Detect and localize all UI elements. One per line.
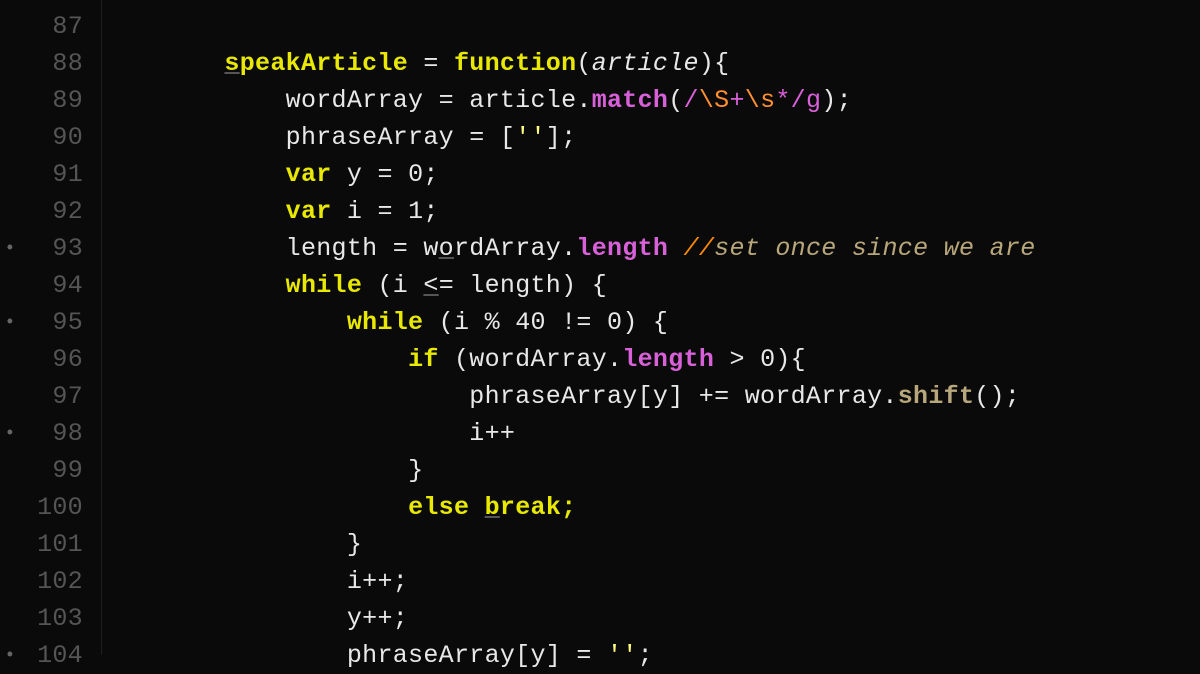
- mod-marker: [0, 119, 20, 156]
- code-line[interactable]: phraseArray[y] = '';: [102, 637, 1200, 674]
- mod-marker: [0, 267, 20, 304]
- code-line[interactable]: i++;: [102, 563, 1200, 600]
- line-number[interactable]: 99: [20, 452, 101, 489]
- mod-marker: •: [0, 304, 20, 341]
- modification-gutter: • • • •: [0, 0, 20, 655]
- line-number[interactable]: 100: [20, 489, 101, 526]
- code-line[interactable]: var i = 1;: [102, 193, 1200, 230]
- code-editor-content[interactable]: speakArticle = function(article){ wordAr…: [102, 0, 1200, 655]
- code-line[interactable]: phraseArray = [''];: [102, 119, 1200, 156]
- code-line[interactable]: if (wordArray.length > 0){: [102, 341, 1200, 378]
- code-line[interactable]: }: [102, 526, 1200, 563]
- line-number[interactable]: 97: [20, 378, 101, 415]
- mod-marker: [0, 489, 20, 526]
- mod-marker: [0, 82, 20, 119]
- line-number[interactable]: 95: [20, 304, 101, 341]
- line-number[interactable]: 94: [20, 267, 101, 304]
- line-number[interactable]: 89: [20, 82, 101, 119]
- mod-marker: [0, 526, 20, 563]
- line-number[interactable]: 102: [20, 563, 101, 600]
- line-number[interactable]: 96: [20, 341, 101, 378]
- line-number[interactable]: 90: [20, 119, 101, 156]
- mod-marker: [0, 341, 20, 378]
- code-line[interactable]: speakArticle = function(article){: [102, 45, 1200, 82]
- mod-marker: [0, 45, 20, 82]
- mod-marker: [0, 193, 20, 230]
- line-number[interactable]: 98: [20, 415, 101, 452]
- code-line[interactable]: else break;: [102, 489, 1200, 526]
- code-line[interactable]: wordArray = article.match(/\S+\s*/g);: [102, 82, 1200, 119]
- line-number[interactable]: 103: [20, 600, 101, 637]
- mod-marker: [0, 452, 20, 489]
- code-line[interactable]: i++: [102, 415, 1200, 452]
- code-line[interactable]: y++;: [102, 600, 1200, 637]
- line-number[interactable]: 87: [20, 8, 101, 45]
- code-line[interactable]: [102, 8, 1200, 45]
- mod-marker: •: [0, 637, 20, 674]
- line-number[interactable]: 88: [20, 45, 101, 82]
- code-line[interactable]: var y = 0;: [102, 156, 1200, 193]
- mod-marker: [0, 378, 20, 415]
- mod-marker: [0, 8, 20, 45]
- code-line[interactable]: phraseArray[y] += wordArray.shift();: [102, 378, 1200, 415]
- mod-marker: [0, 156, 20, 193]
- mod-marker: [0, 600, 20, 637]
- line-number[interactable]: 92: [20, 193, 101, 230]
- line-number[interactable]: 93: [20, 230, 101, 267]
- code-line[interactable]: length = wordArray.length //set once sin…: [102, 230, 1200, 267]
- mod-marker: [0, 563, 20, 600]
- line-number-gutter: 87 88 89 90 91 92 93 94 95 96 97 98 99 1…: [20, 0, 102, 655]
- mod-marker: •: [0, 230, 20, 267]
- line-number[interactable]: 101: [20, 526, 101, 563]
- code-line[interactable]: while (i <= length) {: [102, 267, 1200, 304]
- line-number[interactable]: 104: [20, 637, 101, 674]
- line-number[interactable]: 91: [20, 156, 101, 193]
- mod-marker: •: [0, 415, 20, 452]
- code-line[interactable]: while (i % 40 != 0) {: [102, 304, 1200, 341]
- code-line[interactable]: }: [102, 452, 1200, 489]
